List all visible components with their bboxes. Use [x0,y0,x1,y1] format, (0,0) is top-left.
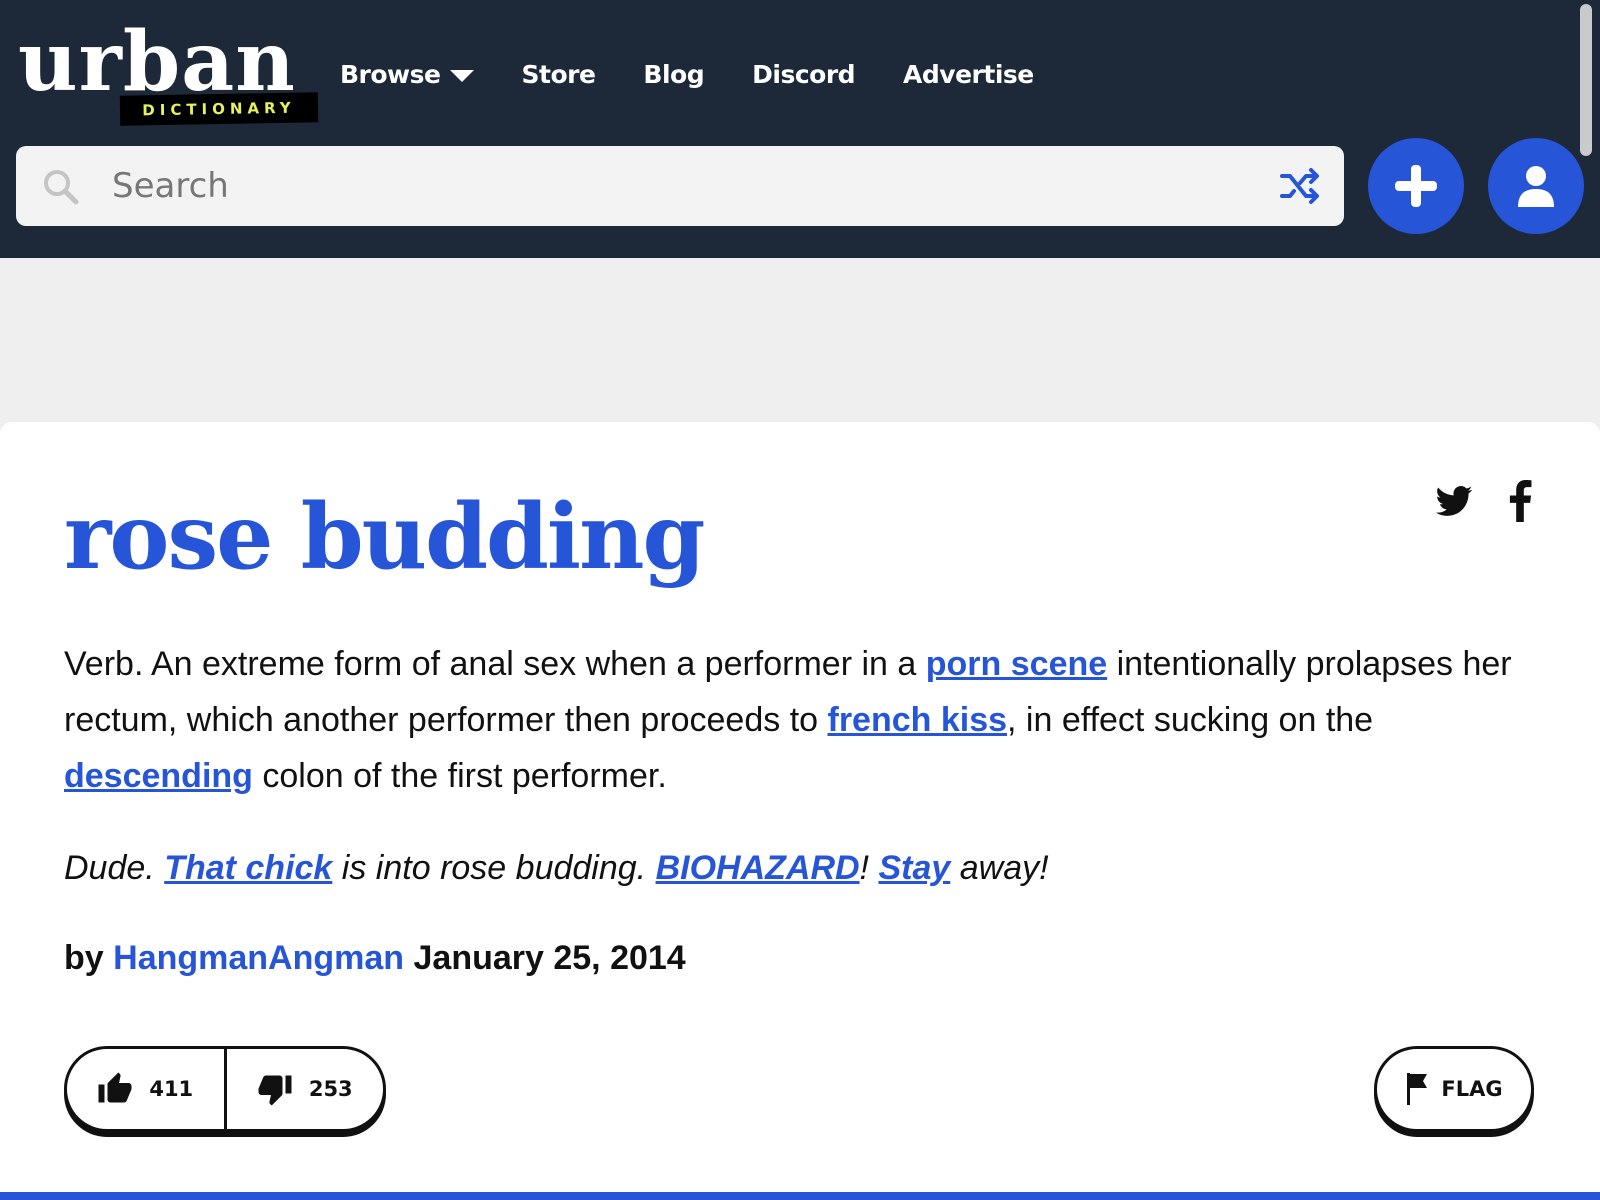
definition-card: rose budding Verb. An extreme form of an… [0,422,1600,1200]
main-nav: Browse Store Blog Discord Advertise [340,54,1082,94]
definition-link[interactable]: french kiss [828,701,1008,739]
flag-button[interactable]: FLAG [1374,1046,1534,1132]
term-title[interactable]: rose budding [64,482,705,592]
author-link[interactable]: HangmanAngman [113,939,404,977]
nav-blog[interactable]: Blog [643,60,704,89]
definition-link[interactable]: porn scene [926,645,1107,683]
facebook-icon[interactable] [1508,480,1532,522]
nav-blog-label: Blog [643,59,705,89]
add-definition-button[interactable] [1368,138,1464,234]
upvote-count: 411 [149,1077,194,1101]
definition-text: Verb. An extreme form of anal sex when a… [64,636,1514,804]
nav-advertise-label: Advertise [903,59,1034,89]
downvote-button[interactable]: 253 [223,1049,384,1129]
nav-store[interactable]: Store [522,60,596,89]
nav-advertise[interactable]: Advertise [903,60,1034,89]
example-text-part: ! [859,849,879,887]
user-icon [1518,166,1554,207]
plus-icon [1395,165,1437,207]
card-bottom-accent [0,1192,1600,1200]
nav-discord[interactable]: Discord [752,60,855,89]
account-button[interactable] [1488,138,1584,234]
shuffle-icon[interactable] [1278,164,1322,208]
nav-browse[interactable]: Browse [340,60,474,89]
example-link[interactable]: Stay [878,849,950,887]
downvote-count: 253 [308,1077,353,1101]
flag-icon [1407,1073,1428,1105]
contributor-line: by HangmanAngman January 25, 2014 [64,930,686,986]
definition-text-part: colon of the first performer. [252,757,667,795]
urban-dictionary-logo[interactable]: urban DICTIONARY [14,18,319,126]
example-text-part: Dude. [64,849,165,887]
site-header: urban DICTIONARY Browse Store Blog Disco… [0,0,1600,258]
example-link[interactable]: That chick [164,849,332,887]
nav-store-label: Store [521,59,596,89]
search-icon [44,170,79,205]
definition-text-part: , in effect sucking on the [1007,701,1374,739]
search-bar [16,146,1344,226]
flag-label: FLAG [1441,1077,1503,1101]
by-label: by [64,939,104,977]
definition-text-part: Verb. An extreme form of anal sex when a… [64,645,926,683]
definition-link[interactable]: descending [64,757,253,795]
example-text: Dude. That chick is into rose budding. B… [64,840,1514,896]
example-text-part: away! [950,849,1049,887]
upvote-button[interactable]: 411 [67,1049,224,1129]
nav-discord-label: Discord [752,59,856,89]
post-date: January 25, 2014 [413,939,686,977]
twitter-icon[interactable] [1434,482,1474,522]
example-text-part: is into rose budding. [332,849,656,887]
search-input[interactable] [96,146,1216,226]
scrollbar[interactable] [1580,4,1592,156]
logo-tagline-badge: DICTIONARY [119,92,319,126]
chevron-down-icon [449,69,474,82]
nav-browse-label: Browse [340,59,441,89]
thumbs-up-icon [98,1072,132,1103]
logo-tagline: DICTIONARY [142,98,296,120]
example-link[interactable]: BIOHAZARD [656,849,860,887]
vote-controls: 411 253 [64,1046,386,1132]
thumbs-down-icon [258,1075,292,1106]
